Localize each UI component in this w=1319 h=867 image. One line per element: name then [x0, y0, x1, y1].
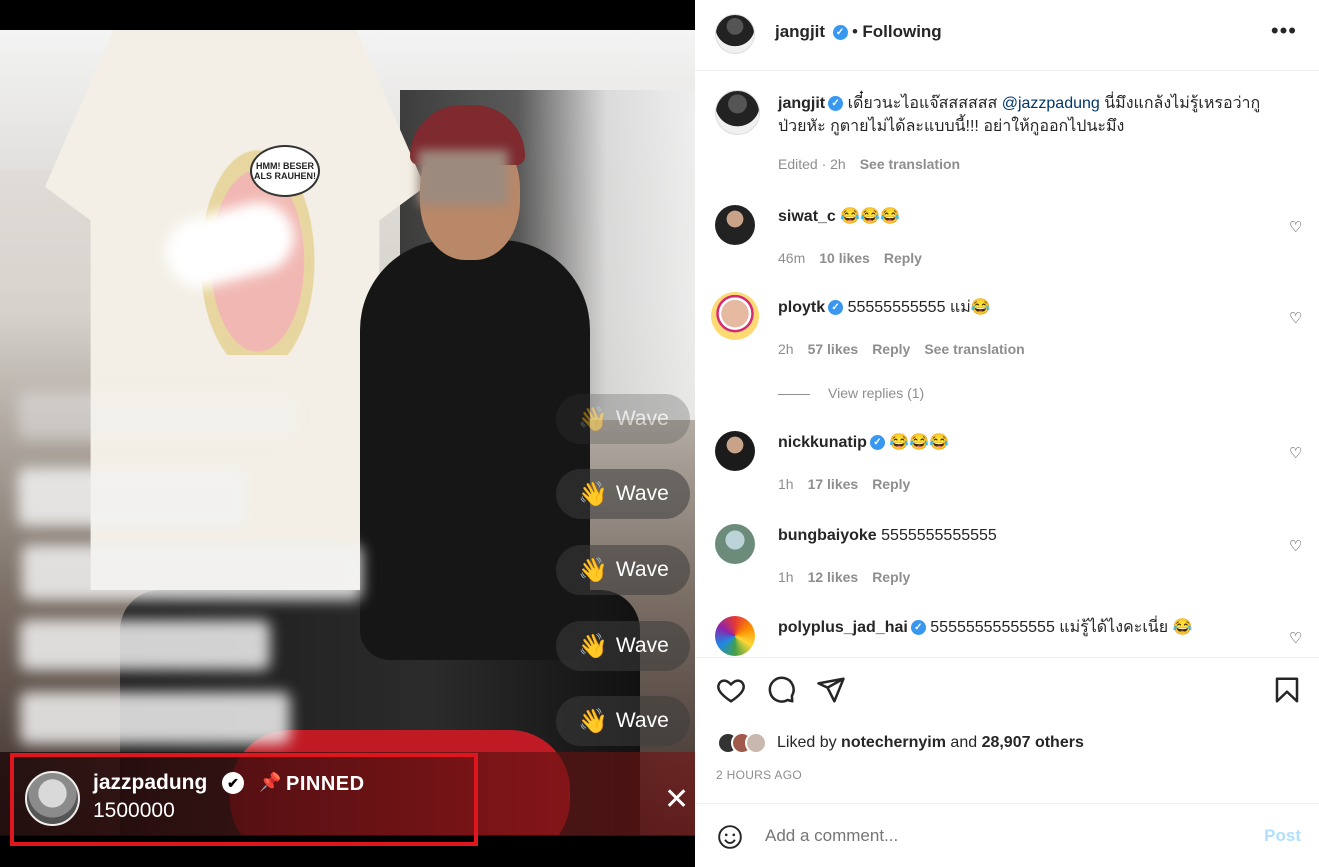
avatar[interactable]	[715, 616, 755, 656]
post-timestamp: 2 HOURS AGO	[716, 768, 802, 782]
liked-by: Liked by notechernyim and 28,907 others	[717, 730, 1084, 756]
caption: jangjit ✓ เดี๋ยวนะไอแจ๊สสสสสส @jazzpadung…	[715, 90, 1305, 190]
liked-by-username[interactable]: notechernyim	[841, 734, 946, 752]
reply-button[interactable]: Reply	[872, 569, 910, 585]
like-heart-icon[interactable]	[716, 675, 746, 710]
comment-input[interactable]	[765, 826, 1235, 846]
verified-icon: ✓	[828, 300, 844, 316]
post-button[interactable]: Post	[1264, 826, 1301, 846]
likes-count[interactable]: 10 likes	[819, 250, 870, 266]
wave-button[interactable]: 👋 Wave	[556, 545, 690, 595]
avatar[interactable]	[715, 205, 755, 245]
author-username[interactable]: jangjit	[775, 22, 825, 41]
following-button[interactable]: Following	[862, 22, 941, 41]
avatar[interactable]	[715, 431, 755, 471]
more-options-icon[interactable]: •••	[1271, 18, 1297, 44]
blurred-comment	[22, 545, 362, 600]
likes-count[interactable]: 57 likes	[808, 341, 859, 357]
comment-username[interactable]: polyplus_jad_hai	[778, 619, 908, 636]
verified-icon: ✓	[832, 25, 848, 41]
avatar	[745, 732, 767, 754]
post-media[interactable]: HMM! BESER ALS RAUHEN! 👋 Wave 👋 Wave 👋 W…	[0, 0, 695, 867]
comments-list[interactable]: jangjit ✓ เดี๋ยวนะไอแจ๊สสสสสส @jazzpadung…	[695, 72, 1319, 657]
wave-button[interactable]: 👋 Wave	[556, 469, 690, 519]
instagram-post-view: HMM! BESER ALS RAUHEN! 👋 Wave 👋 Wave 👋 W…	[0, 0, 1319, 867]
likes-count[interactable]: 17 likes	[808, 476, 859, 492]
wave-hand-icon: 👋	[578, 632, 608, 660]
comment: siwat_c 😂😂😂 46m 10 likes Reply ♡	[715, 205, 1305, 275]
view-replies-button[interactable]: View replies (1)	[778, 385, 924, 401]
reply-button[interactable]: Reply	[872, 476, 910, 492]
wave-hand-icon: 👋	[578, 405, 608, 433]
comment: ploytk ✓ 55555555555 แม่😂 2h 57 likes Reply…	[711, 292, 1305, 406]
see-translation-button[interactable]: See translation	[924, 341, 1024, 357]
avatar[interactable]	[711, 292, 759, 340]
blurred-comment	[20, 620, 270, 670]
likes-others-count[interactable]: 28,907 others	[982, 734, 1084, 752]
add-comment-bar: Post	[695, 803, 1319, 867]
wave-hand-icon: 👋	[578, 707, 608, 735]
avatar[interactable]	[715, 14, 755, 54]
close-icon[interactable]: ✕	[664, 785, 689, 815]
wave-button[interactable]: 👋 Wave	[556, 696, 690, 746]
comment-username[interactable]: siwat_c	[778, 208, 836, 225]
blurred-comment	[20, 692, 290, 744]
comment-username[interactable]: nickkunatip	[778, 434, 867, 451]
comment-icon[interactable]	[766, 675, 796, 710]
comment-username[interactable]: bungbaiyoke	[778, 527, 877, 544]
emoji-smile-icon[interactable]	[717, 824, 743, 855]
mention-link[interactable]: @jazzpadung	[1002, 95, 1100, 112]
like-heart-icon[interactable]: ♡	[1289, 629, 1305, 647]
blurred-comment	[18, 392, 298, 440]
share-icon[interactable]	[816, 675, 846, 710]
comment-username[interactable]: ploytk	[778, 299, 825, 316]
see-translation-button[interactable]: See translation	[860, 156, 960, 172]
verified-icon: ✓	[910, 620, 926, 636]
verified-icon: ✓	[869, 435, 885, 451]
comment: bungbaiyoke 5555555555555 1h 12 likes Repl…	[715, 524, 1305, 594]
comment: nickkunatip ✓ 😂😂😂 1h 17 likes Reply ♡	[715, 431, 1305, 501]
like-heart-icon[interactable]: ♡	[1289, 218, 1305, 236]
blurred-comment	[18, 468, 246, 526]
like-heart-icon[interactable]: ♡	[1289, 309, 1305, 327]
post-header: jangjit ✓ • Following •••	[695, 0, 1319, 71]
wave-button[interactable]: 👋 Wave	[556, 394, 690, 444]
likes-count[interactable]: 12 likes	[808, 569, 859, 585]
avatar[interactable]	[715, 524, 755, 564]
shirt-speech-bubble: HMM! BESER ALS RAUHEN!	[250, 145, 320, 197]
reply-button[interactable]: Reply	[884, 250, 922, 266]
person	[360, 240, 590, 660]
reply-button[interactable]: Reply	[872, 341, 910, 357]
wave-hand-icon: 👋	[578, 480, 608, 508]
save-bookmark-icon[interactable]	[1272, 675, 1302, 710]
wave-hand-icon: 👋	[578, 556, 608, 584]
censor-blur	[418, 150, 508, 205]
avatar[interactable]	[715, 90, 760, 135]
caption-username[interactable]: jangjit	[778, 95, 825, 112]
like-heart-icon[interactable]: ♡	[1289, 537, 1305, 555]
verified-icon: ✓	[828, 96, 844, 112]
wave-button[interactable]: 👋 Wave	[556, 621, 690, 671]
like-heart-icon[interactable]: ♡	[1289, 444, 1305, 462]
comment: polyplus_jad_hai ✓ 55555555555555 แม่รู้ไ…	[715, 616, 1305, 657]
highlight-box	[10, 753, 478, 846]
post-details-panel: jangjit ✓ • Following ••• jangjit ✓ เดี๋ย…	[695, 0, 1319, 867]
